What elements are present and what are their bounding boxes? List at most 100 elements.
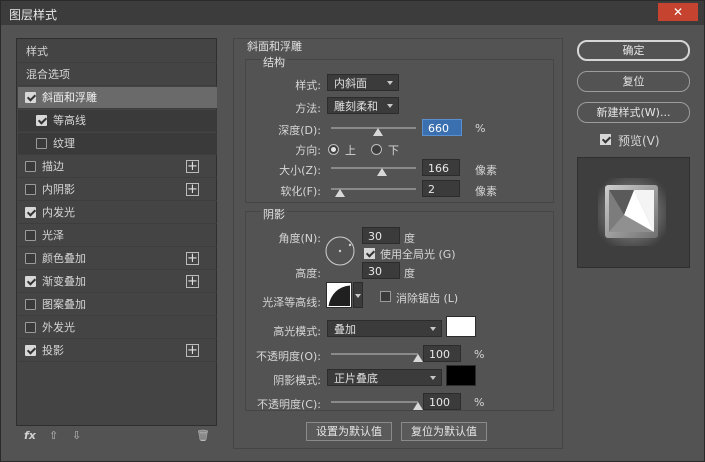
- effects-list-item[interactable]: 内阴影 +: [18, 179, 217, 201]
- altitude-label: 高度:: [295, 267, 321, 280]
- fx-icon[interactable]: fx: [24, 429, 36, 442]
- effects-list-item[interactable]: 颜色叠加 +: [18, 248, 217, 270]
- new-style-button[interactable]: 新建样式(W)...: [577, 102, 690, 123]
- add-effect-icon[interactable]: +: [186, 160, 199, 173]
- shadow-mode-value: 正片叠底: [334, 372, 378, 385]
- angle-dial[interactable]: [324, 235, 356, 267]
- effect-label: 描边: [42, 160, 64, 173]
- direction-up-radio[interactable]: [328, 144, 339, 155]
- shading-title: 阴影: [261, 206, 287, 222]
- size-input[interactable]: 166: [422, 159, 460, 176]
- effect-label: 外发光: [42, 321, 75, 334]
- highlight-color-swatch[interactable]: [446, 316, 476, 337]
- effect-checkbox[interactable]: [36, 115, 47, 126]
- ok-button[interactable]: 确定: [577, 40, 690, 61]
- effect-label: 颜色叠加: [42, 252, 86, 265]
- effects-list-item[interactable]: 纹理: [18, 133, 217, 155]
- move-up-icon[interactable]: ⇧: [49, 429, 58, 442]
- angle-input[interactable]: 30: [362, 227, 400, 244]
- effects-list-item[interactable]: 光泽: [18, 225, 217, 247]
- effect-label: 内阴影: [42, 183, 75, 196]
- shadow-opacity-input[interactable]: 100: [423, 393, 461, 410]
- add-effect-icon[interactable]: +: [186, 183, 199, 196]
- chevron-down-icon: [387, 81, 393, 85]
- depth-unit: %: [475, 122, 486, 135]
- move-down-icon[interactable]: ⇩: [72, 429, 81, 442]
- effect-checkbox[interactable]: [25, 345, 36, 356]
- effect-label: 光泽: [42, 229, 64, 242]
- dialog-title: 图层样式: [9, 8, 58, 22]
- global-light-checkbox[interactable]: [364, 248, 375, 259]
- effect-checkbox[interactable]: [25, 299, 36, 310]
- structure-section: 结构 样式: 内斜面 方法: 雕刻柔和 深度(D): 660 % 方向: 上 下…: [245, 54, 554, 203]
- effects-list-item[interactable]: 外发光: [18, 317, 217, 339]
- shadow-color-swatch[interactable]: [446, 365, 476, 386]
- effect-checkbox[interactable]: [25, 184, 36, 195]
- preview-label: 预览(V): [618, 134, 660, 148]
- highlight-opacity-label: 不透明度(O):: [256, 350, 321, 363]
- preview-thumbnail: [578, 158, 689, 267]
- shadow-opacity-unit: %: [474, 396, 485, 409]
- close-button[interactable]: ✕: [658, 3, 698, 21]
- direction-down-radio[interactable]: [371, 144, 382, 155]
- make-default-button[interactable]: 设置为默认值: [306, 422, 392, 441]
- effects-list-item[interactable]: 投影 +: [18, 340, 217, 362]
- effect-checkbox[interactable]: [25, 276, 36, 287]
- highlight-opacity-input[interactable]: 100: [423, 345, 461, 362]
- angle-label: 角度(N):: [278, 232, 321, 245]
- effect-checkbox[interactable]: [25, 92, 36, 103]
- altitude-input[interactable]: 30: [362, 262, 400, 279]
- effects-list-item[interactable]: 渐变叠加 +: [18, 271, 217, 293]
- technique-select-value: 雕刻柔和: [334, 100, 378, 113]
- antialias-checkbox[interactable]: [380, 291, 391, 302]
- altitude-unit: 度: [404, 267, 415, 280]
- shadow-mode-select[interactable]: 正片叠底: [327, 369, 442, 386]
- effect-checkbox[interactable]: [25, 322, 36, 333]
- add-effect-icon[interactable]: +: [186, 252, 199, 265]
- soften-slider-thumb[interactable]: [334, 189, 345, 197]
- global-light-label: 使用全局光 (G): [380, 248, 456, 261]
- technique-label: 方法:: [295, 102, 321, 115]
- style-label: 样式:: [295, 79, 321, 92]
- gloss-contour-dropdown[interactable]: [353, 282, 363, 308]
- add-effect-icon[interactable]: +: [186, 344, 199, 357]
- shadow-opacity-slider-thumb[interactable]: [413, 402, 423, 410]
- reset-default-button[interactable]: 复位为默认值: [401, 422, 487, 441]
- size-slider-track[interactable]: [331, 167, 416, 169]
- highlight-mode-label: 高光模式:: [273, 325, 321, 338]
- effect-checkbox[interactable]: [25, 207, 36, 218]
- technique-select[interactable]: 雕刻柔和: [327, 97, 399, 114]
- highlight-opacity-slider-thumb[interactable]: [413, 354, 423, 362]
- effects-list-item[interactable]: 内发光: [18, 202, 217, 224]
- highlight-opacity-slider-track[interactable]: [331, 353, 418, 355]
- effect-checkbox[interactable]: [36, 138, 47, 149]
- chevron-down-icon: [387, 104, 393, 108]
- gloss-contour-swatch[interactable]: [326, 282, 352, 308]
- preview-checkbox[interactable]: [600, 134, 611, 145]
- highlight-opacity-unit: %: [474, 348, 485, 361]
- style-select[interactable]: 内斜面: [327, 74, 399, 91]
- soften-input[interactable]: 2: [422, 180, 460, 197]
- highlight-mode-select[interactable]: 叠加: [327, 320, 442, 337]
- effect-checkbox[interactable]: [25, 230, 36, 241]
- depth-slider-thumb[interactable]: [372, 128, 383, 136]
- trash-icon[interactable]: 🗑: [196, 429, 210, 442]
- style-preview: [577, 157, 690, 268]
- reset-button[interactable]: 复位: [577, 71, 690, 92]
- effects-list-item[interactable]: 样式: [18, 41, 217, 63]
- direction-down-label: 下: [388, 144, 399, 157]
- effects-list-item[interactable]: 描边 +: [18, 156, 217, 178]
- shadow-opacity-slider-track[interactable]: [331, 401, 418, 403]
- size-slider-thumb[interactable]: [377, 168, 387, 176]
- add-effect-icon[interactable]: +: [186, 275, 199, 288]
- depth-input[interactable]: 660: [422, 119, 462, 136]
- effects-list-item[interactable]: 等高线: [18, 110, 217, 132]
- effects-list-item[interactable]: 混合选项: [18, 64, 217, 86]
- effect-checkbox[interactable]: [25, 161, 36, 172]
- effects-list-item[interactable]: 斜面和浮雕: [18, 87, 217, 109]
- gloss-contour-label: 光泽等高线:: [262, 296, 321, 309]
- chevron-down-icon: [430, 376, 436, 380]
- depth-label: 深度(D):: [278, 124, 321, 137]
- effects-list-item[interactable]: 图案叠加: [18, 294, 217, 316]
- effect-checkbox[interactable]: [25, 253, 36, 264]
